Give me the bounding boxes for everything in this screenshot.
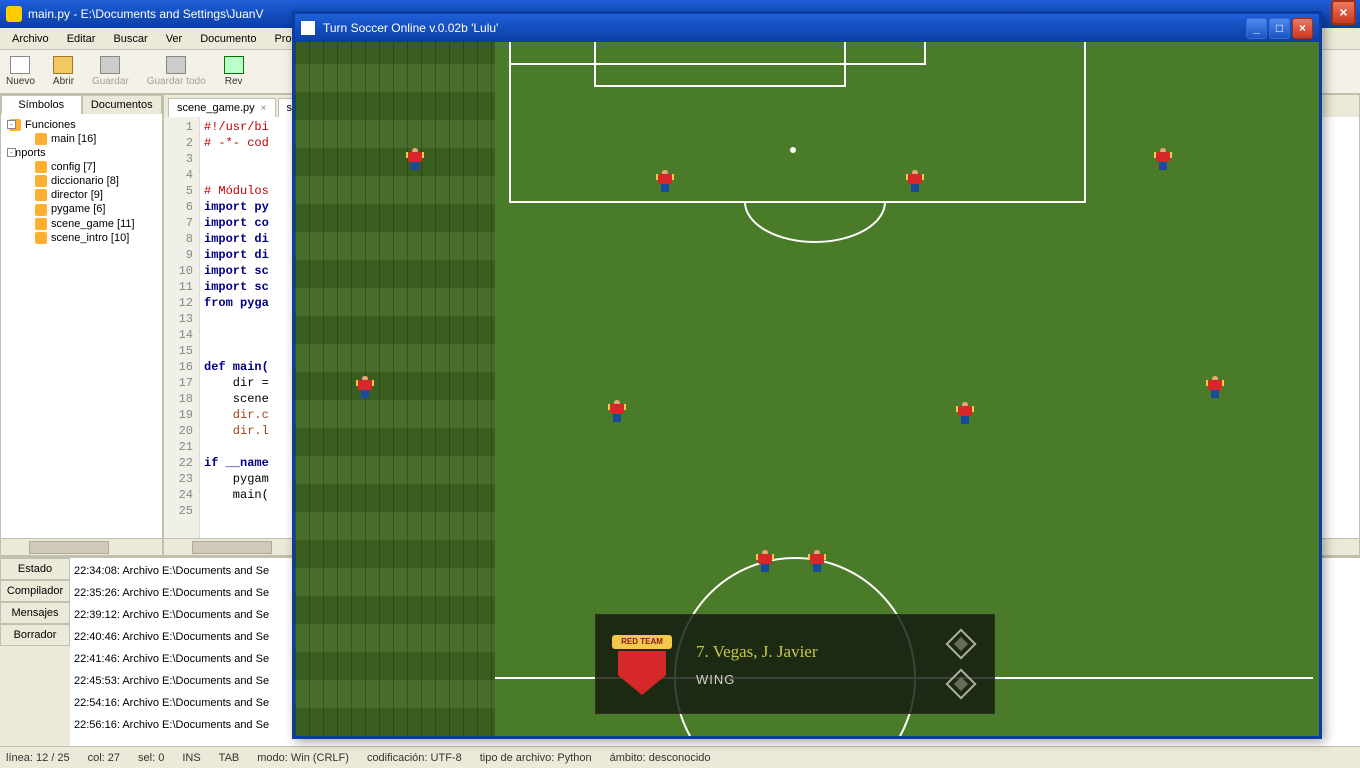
- player-sprite[interactable]: [908, 170, 922, 192]
- action-icon-1[interactable]: [945, 628, 976, 659]
- tree-item[interactable]: scene_game [11]: [5, 217, 158, 231]
- ball: [790, 147, 796, 153]
- game-title-text: Turn Soccer Online v.0.02b 'Lulu': [323, 21, 498, 35]
- app-icon: [6, 6, 22, 22]
- player-info-panel: RED TEAM 7. Vegas, J. Javier WING: [595, 614, 995, 714]
- menu-buscar[interactable]: Buscar: [105, 31, 155, 47]
- player-sprite[interactable]: [358, 376, 372, 398]
- new-icon: [10, 56, 30, 74]
- player-sprite[interactable]: [1156, 148, 1170, 170]
- file-tab[interactable]: scene_game.py×: [168, 98, 276, 117]
- player-name: 7. Vegas, J. Javier: [696, 642, 950, 662]
- tab-documents[interactable]: Documentos: [82, 95, 163, 114]
- open-icon: [53, 56, 73, 74]
- tree-item[interactable]: diccionario [8]: [5, 174, 158, 188]
- toolbar-saveall: Guardar todo: [147, 56, 206, 87]
- tab-symbols[interactable]: Símbolos: [1, 95, 82, 114]
- toolbar-revert[interactable]: Rev: [224, 56, 244, 87]
- tree-item[interactable]: scene_intro [10]: [5, 231, 158, 245]
- menu-ver[interactable]: Ver: [158, 31, 191, 47]
- team-badge: RED TEAM: [612, 629, 672, 699]
- player-sprite[interactable]: [1208, 376, 1222, 398]
- symbol-tree[interactable]: -Funciones main [16] -Imports config [7]…: [1, 114, 162, 538]
- player-sprite[interactable]: [610, 400, 624, 422]
- pitch-shade: [295, 42, 495, 736]
- player-sprite[interactable]: [758, 550, 772, 572]
- tree-main[interactable]: main [16]: [5, 132, 158, 146]
- player-sprite[interactable]: [408, 148, 422, 170]
- revert-icon: [224, 56, 244, 74]
- toolbar-save: Guardar: [92, 56, 129, 87]
- badge-label: RED TEAM: [612, 635, 672, 649]
- save-icon: [100, 56, 120, 74]
- close-icon[interactable]: ×: [261, 103, 267, 114]
- shield-icon: [618, 651, 666, 695]
- tree-item[interactable]: config [7]: [5, 160, 158, 174]
- game-window: Turn Soccer Online v.0.02b 'Lulu' _ □ × …: [292, 11, 1322, 739]
- tree-item[interactable]: pygame [6]: [5, 202, 158, 216]
- tree-funciones[interactable]: -Funciones: [5, 118, 158, 132]
- player-sprite[interactable]: [658, 170, 672, 192]
- sidebar-hscroll[interactable]: [1, 538, 162, 555]
- player-position: WING: [696, 672, 950, 687]
- close-button[interactable]: ×: [1292, 18, 1313, 39]
- player-sprite[interactable]: [810, 550, 824, 572]
- game-titlebar[interactable]: Turn Soccer Online v.0.02b 'Lulu' _ □ ×: [295, 14, 1319, 42]
- log-tab-mensajes[interactable]: Mensajes: [0, 602, 70, 624]
- minimize-button[interactable]: _: [1246, 18, 1267, 39]
- game-canvas[interactable]: RED TEAM 7. Vegas, J. Javier WING: [295, 42, 1319, 736]
- game-icon: [301, 21, 315, 35]
- player-sprite[interactable]: [958, 402, 972, 424]
- log-tab-estado[interactable]: Estado: [0, 558, 70, 580]
- statusbar: línea: 12 / 25col: 27sel: 0INSTABmodo: W…: [0, 746, 1360, 768]
- tree-item[interactable]: director [9]: [5, 188, 158, 202]
- action-icon-2[interactable]: [945, 668, 976, 699]
- saveall-icon: [166, 56, 186, 74]
- menu-archivo[interactable]: Archivo: [4, 31, 57, 47]
- log-tab-compilador[interactable]: Compilador: [0, 580, 70, 602]
- toolbar-open[interactable]: Abrir: [53, 56, 74, 87]
- editor-title-text: main.py - E:\Documents and Settings\Juan…: [28, 7, 263, 21]
- symbols-sidebar: Símbolos Documentos -Funciones main [16]…: [0, 94, 163, 556]
- log-tab-borrador[interactable]: Borrador: [0, 624, 70, 646]
- menu-documento[interactable]: Documento: [192, 31, 264, 47]
- maximize-button[interactable]: □: [1269, 18, 1290, 39]
- os-close-button[interactable]: ×: [1331, 0, 1356, 25]
- menu-editar[interactable]: Editar: [59, 31, 104, 47]
- toolbar-new[interactable]: Nuevo: [6, 56, 35, 87]
- tree-imports[interactable]: -Imports: [5, 146, 158, 160]
